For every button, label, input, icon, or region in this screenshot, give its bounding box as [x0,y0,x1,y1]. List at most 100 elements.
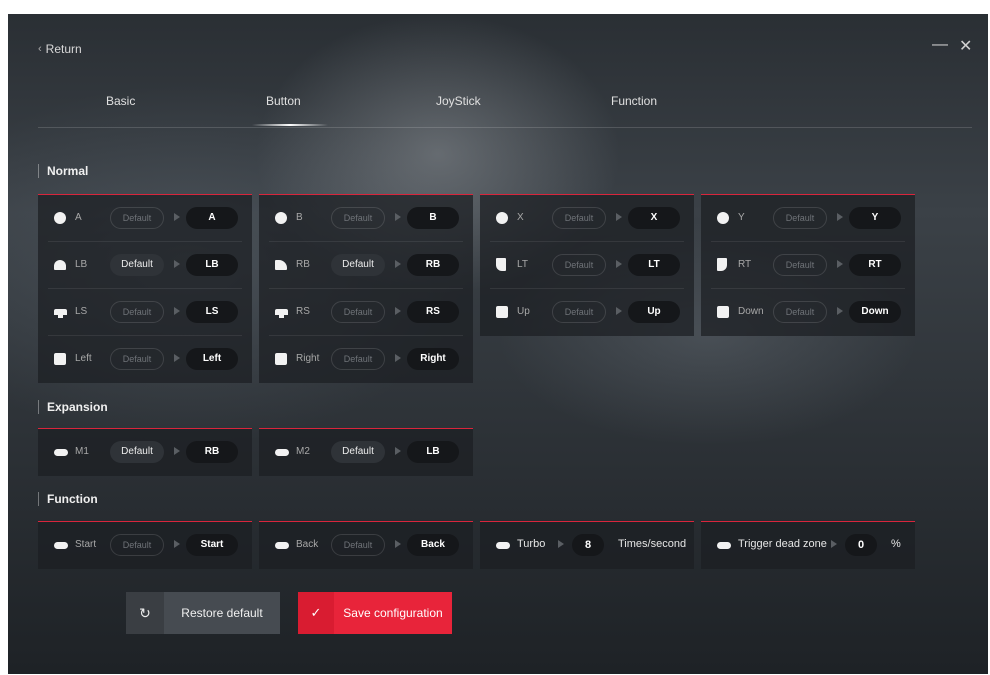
mapping-value[interactable]: Y [849,207,901,229]
dpad-up-icon [496,306,508,318]
default-button[interactable]: Default [331,254,385,276]
mapping-value[interactable]: Start [186,534,238,556]
mapping-row: M2 Default LB [269,429,463,476]
circle-button-icon [717,212,729,224]
function-panel-start: Start Default Start [38,521,252,569]
arrow-right-icon [174,260,180,268]
minimize-button[interactable]: — [932,36,948,54]
left-trigger-icon [496,258,506,271]
arrow-right-icon [174,354,180,362]
normal-panel-4: Y Default Y RT Default RT Down Default D… [701,194,915,336]
normal-panel-1: A Default A LB Default LB LS Default LS … [38,194,252,383]
expansion-panel-2: M2 Default LB [259,428,473,476]
return-button[interactable]: ‹ Return [38,42,82,56]
arrow-right-icon [395,354,401,362]
mapping-value[interactable]: RT [849,254,901,276]
back-button-icon [275,542,289,549]
default-button[interactable]: Default [331,441,385,463]
title-bar: ‹ Return — ✕ [8,14,988,64]
turbo-rate-input[interactable]: 8 [572,534,604,556]
default-button[interactable]: Default [773,254,827,276]
default-button[interactable]: Default [773,207,827,229]
function-panel-back: Back Default Back [259,521,473,569]
mapping-value[interactable]: RS [407,301,459,323]
mapping-row: A Default A [48,195,242,242]
mapping-row: Back Default Back [269,522,463,569]
mapping-row: M1 Default RB [48,429,242,476]
tab-button[interactable]: Button [266,94,301,108]
save-configuration-label: Save configuration [343,606,443,620]
mapping-row: Start Default Start [48,522,242,569]
default-button[interactable]: Default [110,207,164,229]
button-label: LS [75,306,88,317]
button-label: RT [738,259,752,270]
restore-default-button[interactable]: ↻ Restore default [126,592,280,634]
arrow-right-icon [837,260,843,268]
mapping-row: X Default X [490,195,684,242]
mapping-value[interactable]: LB [186,254,238,276]
arrow-right-icon [395,447,401,455]
mapping-value[interactable]: Back [407,534,459,556]
default-button[interactable]: Default [331,534,385,556]
arrow-right-icon [174,307,180,315]
mapping-value[interactable]: Down [849,301,901,323]
default-button[interactable]: Default [110,441,164,463]
button-label: Left [75,353,92,364]
normal-panel-2: B Default B RB Default RB RS Default RS … [259,194,473,383]
deadzone-input[interactable]: 0 [845,534,877,556]
button-label: Down [738,306,764,317]
default-button[interactable]: Default [331,301,385,323]
default-button[interactable]: Default [110,534,164,556]
mapping-value[interactable]: Left [186,348,238,370]
button-label: X [517,212,524,223]
mapping-value[interactable]: B [407,207,459,229]
mapping-value[interactable]: Up [628,301,680,323]
mapping-value[interactable]: A [186,207,238,229]
default-button[interactable]: Default [110,254,164,276]
button-label: Right [296,353,320,364]
trigger-icon [717,542,731,549]
tab-basic[interactable]: Basic [106,94,135,108]
mapping-row: RB Default RB [269,242,463,289]
button-label: LB [75,259,88,270]
chevron-left-icon: ‹ [38,43,42,55]
turbo-row: Turbo 8 Times/second [490,522,687,569]
mapping-row: RT Default RT [711,242,905,289]
default-button[interactable]: Default [110,348,164,370]
circle-button-icon [496,212,508,224]
mapping-value[interactable]: LB [407,441,459,463]
close-button[interactable]: ✕ [959,36,972,56]
save-configuration-button[interactable]: ✓ Save configuration [298,592,452,634]
default-button[interactable]: Default [773,301,827,323]
section-title-function: Function [38,492,98,506]
default-button[interactable]: Default [110,301,164,323]
turbo-unit: Times/second [618,538,687,550]
return-label: Return [45,42,82,56]
normal-panel-3: X Default X LT Default LT Up Default Up [480,194,694,336]
button-label: Up [517,306,530,317]
function-panel-deadzone: Trigger dead zone 0 % [701,521,915,569]
turbo-icon [496,542,510,549]
default-button[interactable]: Default [331,207,385,229]
arrow-right-icon [174,447,180,455]
default-button[interactable]: Default [331,348,385,370]
mapping-value[interactable]: X [628,207,680,229]
arrow-right-icon [395,307,401,315]
section-title-normal: Normal [38,164,88,178]
mapping-value[interactable]: RB [407,254,459,276]
tab-function[interactable]: Function [611,94,657,108]
default-button[interactable]: Default [552,254,606,276]
left-bumper-icon [54,260,66,270]
arrow-right-icon [616,213,622,221]
macro-pill-icon [275,449,289,456]
mapping-value[interactable]: Right [407,348,459,370]
mapping-value[interactable]: LS [186,301,238,323]
mapping-value[interactable]: LT [628,254,680,276]
tab-joystick[interactable]: JoyStick [436,94,481,108]
deadzone-unit: % [891,538,901,550]
circle-button-icon [54,212,66,224]
mapping-value[interactable]: RB [186,441,238,463]
default-button[interactable]: Default [552,207,606,229]
default-button[interactable]: Default [552,301,606,323]
start-button-icon [54,542,68,549]
